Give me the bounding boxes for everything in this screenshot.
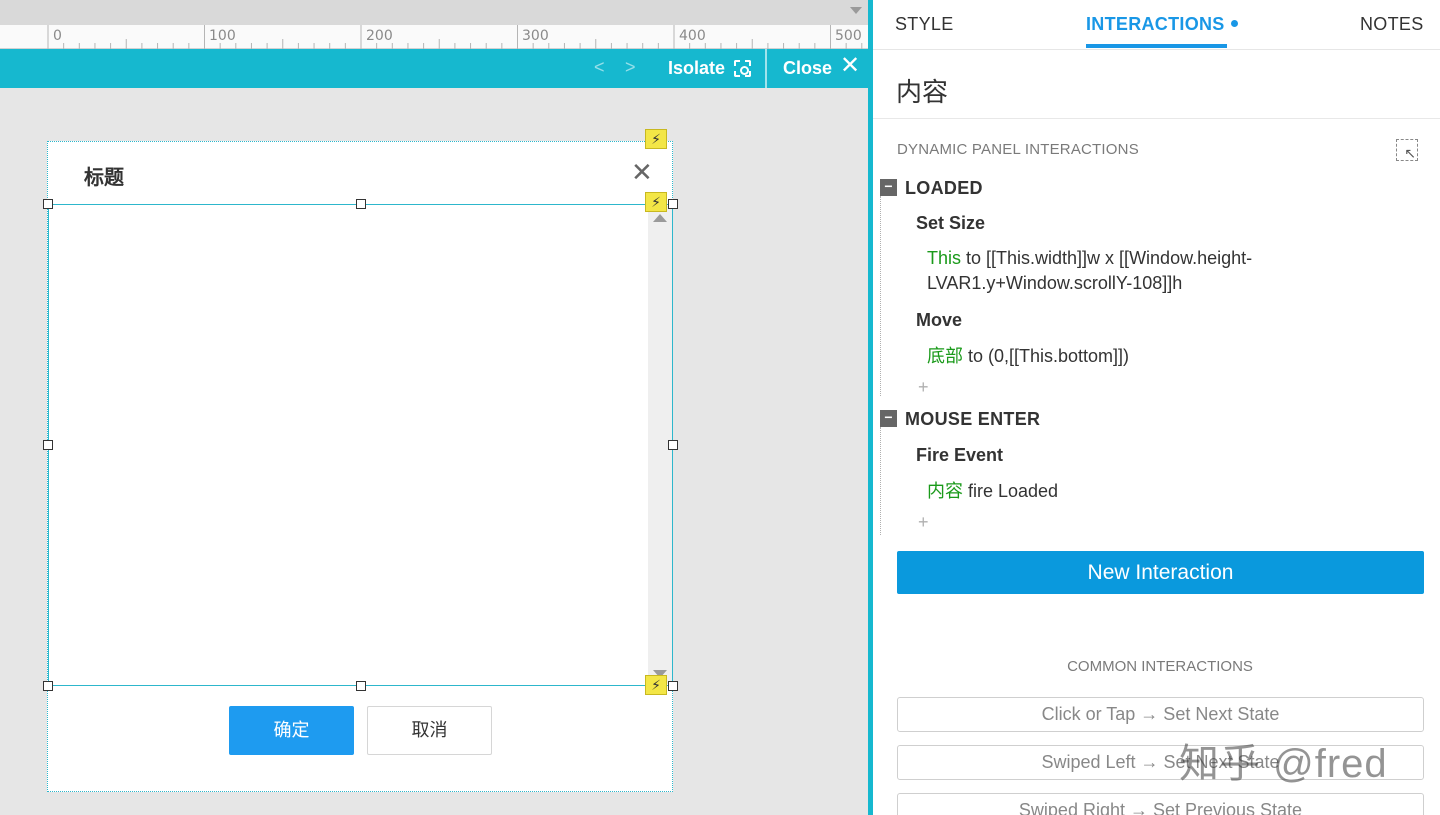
close-icon[interactable]: ✕ [840, 54, 860, 78]
ruler-label: 200 [366, 28, 393, 44]
tab-style[interactable]: STYLE [895, 14, 954, 35]
action-name[interactable]: Fire Event [916, 445, 1003, 466]
ruler-label: 0 [53, 28, 62, 44]
dialog-title: 标题 [84, 167, 124, 189]
action-name[interactable]: Move [916, 310, 962, 331]
isolate-button[interactable]: Isolate [668, 58, 725, 79]
scroll-up-arrow-icon[interactable] [653, 214, 667, 222]
action-detail[interactable]: This to [[This.width]]w x [[Window.heigh… [927, 246, 1407, 296]
resize-handle[interactable] [356, 199, 366, 209]
common-interaction-button[interactable]: Click or Tap → Set Next State [897, 697, 1424, 732]
action-name[interactable]: Set Size [916, 213, 985, 234]
add-action-icon[interactable]: + [918, 377, 929, 398]
event-mouse-enter[interactable]: − MOUSE ENTER [880, 409, 1420, 429]
toolbar-divider [765, 49, 767, 88]
active-tab-indicator [1086, 44, 1227, 48]
action-text: to [[This.width]]w x [[Window.height-LVA… [927, 248, 1253, 293]
close-isolate-button[interactable]: Close [783, 58, 832, 79]
confirm-button[interactable]: 确定 [229, 706, 354, 755]
resize-handle[interactable] [356, 681, 366, 691]
widget-name-field[interactable]: 内容 [896, 72, 948, 109]
content-dynamic-panel[interactable] [48, 204, 673, 686]
event-loaded[interactable]: − LOADED [880, 178, 1420, 198]
cancel-button[interactable]: 取消 [367, 706, 492, 755]
ruler-label: 100 [209, 28, 236, 44]
horizontal-ruler: 0 100 200 300 400 500 [0, 25, 868, 49]
prev-state-arrow-icon[interactable]: < [594, 57, 605, 78]
isolate-icon[interactable] [734, 60, 751, 77]
interaction-bolt-icon[interactable]: ⚡ [645, 129, 667, 149]
popout-editor-icon[interactable] [1396, 139, 1418, 162]
collapse-toggle-icon[interactable]: − [880, 410, 897, 427]
resize-handle[interactable] [43, 440, 53, 450]
ruler-label: 300 [522, 28, 549, 44]
action-text: to (0,[[This.bottom]]) [963, 346, 1130, 366]
tree-connector [880, 196, 881, 396]
divider [873, 118, 1440, 119]
dialog-widget[interactable]: 标题 ✕ ⚡ ⚡ ⚡ 确定 取消 [43, 129, 678, 792]
ruler-ticks [47, 25, 863, 49]
action-detail[interactable]: 内容 fire Loaded [927, 479, 1407, 504]
isolate-bar: < > Isolate Close ✕ [0, 49, 868, 88]
section-label: DYNAMIC PANEL INTERACTIONS [897, 141, 1139, 158]
event-name[interactable]: MOUSE ENTER [905, 409, 1040, 430]
ruler-label: 400 [679, 28, 706, 44]
dropdown-caret-icon[interactable] [850, 7, 862, 14]
add-action-icon[interactable]: + [918, 512, 929, 533]
watermark: 知乎 @fred [1179, 742, 1388, 786]
unsaved-dot-icon [1231, 20, 1238, 27]
interaction-bolt-icon[interactable]: ⚡ [645, 675, 667, 695]
action-detail[interactable]: 底部 to (0,[[This.bottom]]) [927, 344, 1407, 369]
next-state-arrow-icon[interactable]: > [625, 57, 636, 78]
resize-handle[interactable] [43, 199, 53, 209]
action-target: 内容 [927, 481, 963, 501]
resize-handle[interactable] [668, 199, 678, 209]
collapse-toggle-icon[interactable]: − [880, 179, 897, 196]
interaction-bolt-icon[interactable]: ⚡ [645, 192, 667, 212]
resize-handle[interactable] [668, 440, 678, 450]
resize-handle[interactable] [668, 681, 678, 691]
dialog-close-icon[interactable]: ✕ [631, 159, 653, 185]
tab-notes[interactable]: NOTES [1360, 14, 1424, 35]
ruler-label: 500 [835, 28, 862, 44]
interactions-panel: STYLE INTERACTIONS NOTES 内容 DYNAMIC PANE… [873, 0, 1440, 815]
canvas-area[interactable]: 0 100 200 300 400 500 < > Isolate Close … [0, 0, 868, 815]
resize-handle[interactable] [43, 681, 53, 691]
new-interaction-button[interactable]: New Interaction [897, 551, 1424, 594]
common-interactions-label: COMMON INTERACTIONS [1067, 658, 1253, 675]
panel-tabs: STYLE INTERACTIONS NOTES [873, 0, 1440, 50]
canvas-top-strip [0, 0, 868, 25]
action-target: This [927, 248, 962, 268]
tree-connector [880, 427, 881, 535]
common-interaction-button[interactable]: Swiped Right → Set Previous State [897, 793, 1424, 815]
tab-interactions[interactable]: INTERACTIONS [1086, 14, 1225, 35]
app-window: 0 100 200 300 400 500 < > Isolate Close … [0, 0, 1440, 815]
action-text: fire Loaded [963, 481, 1059, 501]
event-name[interactable]: LOADED [905, 178, 983, 199]
action-target: 底部 [927, 346, 963, 366]
